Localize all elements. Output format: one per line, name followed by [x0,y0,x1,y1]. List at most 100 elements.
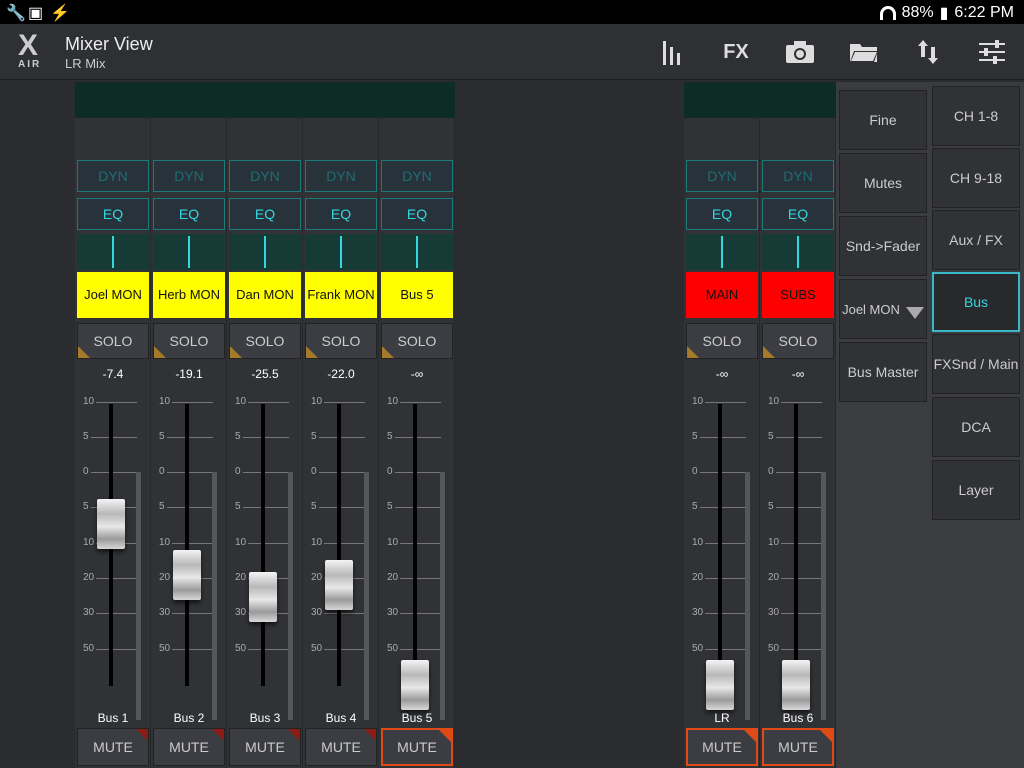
battery-percent: 88% [901,4,934,21]
mode-panel: Fine Mutes Snd->Fader Joel MON Bus Maste… [836,82,932,768]
eq-button[interactable]: EQ [686,198,758,230]
snd-fader-button[interactable]: Snd->Fader [839,216,927,276]
channel-strip: DYN EQ Joel MON SOLO -7.4 10 5 0 5 10 20 30 50 Bus 1M… [75,82,151,768]
channel-name[interactable]: MAIN [686,272,758,318]
mute-label: MUTE [702,739,742,755]
fader-track[interactable] [794,404,798,686]
channel-strip: DYN EQ Bus 5 SOLO -∞ 10 5 0 5 10 20 30 50 Bus 5 MUTE [379,82,455,768]
fader-track[interactable] [185,404,189,686]
fader-track[interactable] [413,404,417,686]
fader-knob[interactable] [782,660,810,710]
dyn-button[interactable]: DYN [686,160,758,192]
mute-button[interactable]: MUTE [762,728,834,766]
eq-button[interactable]: EQ [305,198,377,230]
layer-dca[interactable]: DCA [932,397,1020,457]
solo-label: SOLO [397,333,437,349]
scale-label: 0 [768,466,776,477]
pan-control[interactable] [381,234,453,270]
channel-label: Bus 2 [173,711,205,725]
sync-button[interactable] [896,24,960,80]
fader-level-readout: -∞ [410,367,424,381]
fine-button[interactable]: Fine [839,90,927,150]
solo-corner-indicator [763,346,775,358]
dyn-button[interactable]: DYN [229,160,301,192]
layer-bus[interactable]: Bus [932,272,1020,332]
mute-corner-indicator [364,729,376,741]
snapshot-button[interactable] [768,24,832,80]
scale-label: 5 [692,501,700,512]
mute-button[interactable]: MUTE [686,728,758,766]
mute-button[interactable]: MUTE [229,728,301,766]
fader-knob[interactable] [401,660,429,710]
eq-button[interactable]: EQ [77,198,149,230]
pan-control[interactable] [153,234,225,270]
layer-fxsnd-main[interactable]: FXSnd / Main [932,334,1020,394]
pan-indicator [112,236,114,268]
dyn-button[interactable]: DYN [77,160,149,192]
fader-level-readout: -∞ [791,367,805,381]
dyn-button[interactable]: DYN [305,160,377,192]
channel-name[interactable]: Frank MON [305,272,377,318]
channel-name[interactable]: Dan MON [229,272,301,318]
fader-level-readout: -∞ [715,367,729,381]
solo-label: SOLO [321,333,361,349]
channel-name[interactable]: SUBS [762,272,834,318]
fader-level-readout: -19.1 [175,367,203,381]
fader-knob[interactable] [325,560,353,610]
scale-label: 50 [235,643,249,654]
solo-button[interactable]: SOLO [381,323,453,359]
dyn-button[interactable]: DYN [762,160,834,192]
pan-control[interactable] [305,234,377,270]
channel-name[interactable]: Herb MON [153,272,225,318]
layer-ch-9-18[interactable]: CH 9-18 [932,148,1020,208]
scale-label: 10 [159,396,173,407]
fader-level-readout: -7.4 [102,367,124,381]
scale-label: 10 [159,537,173,548]
solo-button[interactable]: SOLO [305,323,377,359]
solo-button[interactable]: SOLO [762,323,834,359]
pan-control[interactable] [686,234,758,270]
fader-knob[interactable] [97,499,125,550]
solo-button[interactable]: SOLO [229,323,301,359]
mute-button[interactable]: MUTE [153,728,225,766]
meters-button[interactable] [640,24,704,80]
eq-button[interactable]: EQ [381,198,453,230]
mutes-button[interactable]: Mutes [839,153,927,213]
fader-track[interactable] [337,404,341,686]
settings-button[interactable] [960,24,1024,80]
fader-knob[interactable] [249,572,277,623]
solo-button[interactable]: SOLO [686,323,758,359]
pan-indicator [188,236,190,268]
solo-button[interactable]: SOLO [77,323,149,359]
mute-button[interactable]: MUTE [305,728,377,766]
pan-control[interactable] [229,234,301,270]
fader-knob[interactable] [173,549,201,600]
scale-label: 10 [768,537,782,548]
bus-master-button[interactable]: Bus Master [839,342,927,402]
mute-label: MUTE [778,739,818,755]
layer-button[interactable]: Layer [932,460,1020,520]
mute-button[interactable]: MUTE [381,728,453,766]
eq-button[interactable]: EQ [153,198,225,230]
pan-control[interactable] [77,234,149,270]
channel-name[interactable]: Bus 5 [381,272,453,318]
dyn-button[interactable]: DYN [153,160,225,192]
bus-select-button[interactable]: Joel MON [839,279,927,339]
fader-knob[interactable] [706,660,734,710]
dyn-button[interactable]: DYN [381,160,453,192]
scale-label: 30 [692,607,706,618]
eq-button[interactable]: EQ [229,198,301,230]
channel-name[interactable]: Joel MON [77,272,149,318]
pan-indicator [416,236,418,268]
layer-ch-1-8[interactable]: CH 1-8 [932,86,1020,146]
pan-control[interactable] [762,234,834,270]
solo-button[interactable]: SOLO [153,323,225,359]
eq-button[interactable]: EQ [762,198,834,230]
layer-aux-fx[interactable]: Aux / FX [932,210,1020,270]
fader-track[interactable] [718,404,722,686]
fader-track[interactable] [261,404,265,686]
fx-button[interactable]: FX [704,24,768,80]
mute-button[interactable]: MUTE [77,728,149,766]
scale-label: 10 [235,537,249,548]
open-folder-button[interactable] [832,24,896,80]
